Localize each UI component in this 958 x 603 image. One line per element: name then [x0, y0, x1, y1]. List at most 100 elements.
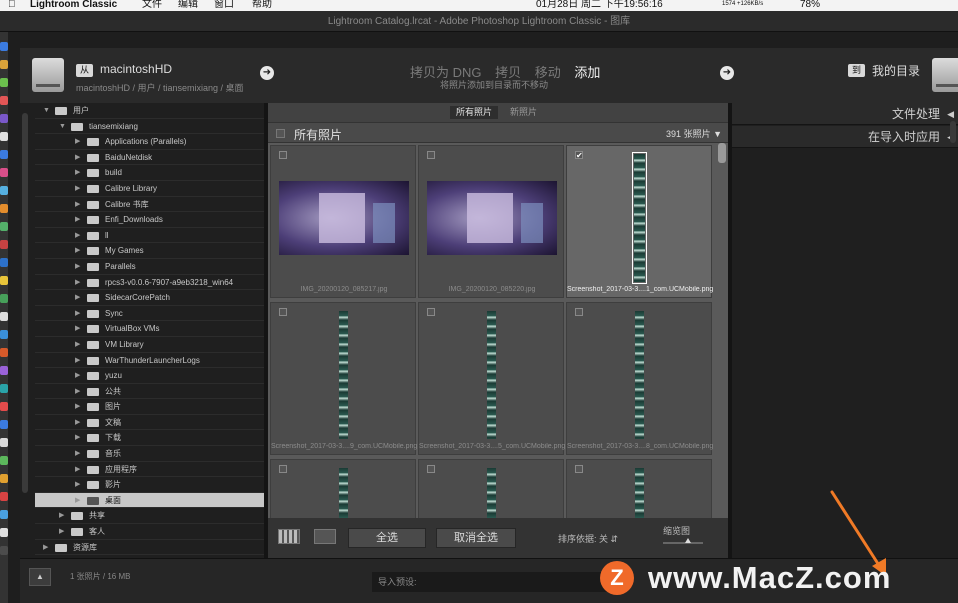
thumbnail-image[interactable]: [339, 311, 348, 439]
dock-app-icon[interactable]: [0, 222, 8, 231]
thumbnail-cell[interactable]: Screenshot_2017-03-3....9_com.UCMobile.p…: [270, 302, 417, 455]
dock-app-icon[interactable]: [0, 366, 8, 375]
expand-up-icon[interactable]: ▲: [29, 568, 51, 586]
folder-row[interactable]: ▶ SidecarCorePatch: [35, 290, 266, 306]
loupe-view-icon[interactable]: [314, 529, 336, 544]
folder-row[interactable]: ▶ VM Library: [35, 337, 266, 353]
thumbnail-image[interactable]: [632, 152, 647, 284]
disclosure-closed-icon[interactable]: ▶: [75, 275, 80, 291]
destination-name[interactable]: 我的目录: [872, 62, 920, 79]
menu-edit[interactable]: 编辑: [178, 0, 198, 10]
disclosure-closed-icon[interactable]: ▶: [75, 181, 80, 197]
disclosure-closed-icon[interactable]: ▶: [75, 197, 80, 213]
disclosure-closed-icon[interactable]: ▶: [59, 508, 64, 524]
slider-knob[interactable]: [685, 538, 691, 543]
folder-row[interactable]: ▶ 应用程序: [35, 462, 266, 478]
thumbnail-cell[interactable]: IMG_20200120_085217.jpg: [270, 145, 416, 298]
disclosure-closed-icon[interactable]: ▶: [75, 259, 80, 275]
disclosure-closed-icon[interactable]: ▶: [75, 353, 80, 369]
disclosure-closed-icon[interactable]: ▶: [75, 462, 80, 478]
disclosure-closed-icon[interactable]: ▶: [75, 150, 80, 166]
select-all-button[interactable]: 全选: [348, 528, 426, 548]
folder-row[interactable]: ▶ BaiduNetdisk: [35, 150, 266, 166]
disclosure-closed-icon[interactable]: ▶: [75, 228, 80, 244]
include-checkbox[interactable]: ✔: [575, 151, 583, 160]
menu-window[interactable]: 窗口: [214, 0, 234, 10]
folder-row[interactable]: ▶ Sync: [35, 306, 266, 322]
arrow-right-icon[interactable]: ➜: [720, 66, 734, 80]
menubar-clock[interactable]: 01月28日 周二 下午19:56:16: [536, 0, 663, 10]
disclosure-closed-icon[interactable]: ▶: [75, 446, 80, 462]
menu-help[interactable]: 帮助: [252, 0, 272, 10]
dock-app-icon[interactable]: [0, 276, 8, 285]
disclosure-closed-icon[interactable]: ▶: [75, 134, 80, 150]
dock-app-icon[interactable]: [0, 348, 8, 357]
dock-app-icon[interactable]: [0, 312, 8, 321]
source-scrollbar[interactable]: [22, 113, 28, 493]
sort-value[interactable]: 关: [599, 534, 608, 544]
dock-app-icon[interactable]: [0, 384, 8, 393]
thumbnail-cell[interactable]: [566, 459, 712, 518]
dock-app-icon[interactable]: [0, 168, 8, 177]
thumbnail-cell[interactable]: Screenshot_2017-03-3....8_com.UCMobile.p…: [566, 302, 713, 455]
dock-app-icon[interactable]: [0, 402, 8, 411]
folder-row[interactable]: ▶ 共享: [35, 508, 266, 525]
source-drive-icon[interactable]: [32, 58, 64, 92]
dock-app-icon[interactable]: [0, 240, 8, 249]
grid-scrollbar[interactable]: [718, 143, 726, 163]
folder-row[interactable]: ▶ 资源库: [35, 540, 266, 556]
select-all-checkbox[interactable]: [276, 129, 285, 138]
dock-app-icon[interactable]: [0, 258, 8, 267]
folder-row[interactable]: ▶ Parallels: [35, 259, 266, 275]
include-checkbox[interactable]: [279, 465, 287, 473]
folder-row[interactable]: ▶ Applications (Parallels): [35, 134, 266, 150]
include-checkbox[interactable]: [427, 308, 435, 316]
right-scrollbar[interactable]: [950, 121, 956, 143]
include-checkbox[interactable]: [427, 465, 435, 473]
folder-row[interactable]: ▶ 桌面: [35, 492, 266, 509]
tab-all-photos[interactable]: 所有照片: [450, 106, 499, 119]
dock-app-icon[interactable]: [0, 492, 8, 501]
disclosure-closed-icon[interactable]: ▶: [75, 306, 80, 322]
thumbnail-image[interactable]: [487, 311, 496, 439]
thumbnail-cell[interactable]: [270, 459, 416, 518]
dock-app-icon[interactable]: [0, 474, 8, 483]
folder-row[interactable]: ▶ build: [35, 165, 266, 181]
include-checkbox[interactable]: [279, 308, 287, 316]
dock-app-icon[interactable]: [0, 510, 8, 519]
thumbnail-cell[interactable]: ✔ Screenshot_2017-03-3....1_com.UCMobile.…: [566, 145, 713, 298]
disclosure-closed-icon[interactable]: ▶: [75, 384, 80, 400]
disclosure-closed-icon[interactable]: ▶: [75, 368, 80, 384]
include-checkbox[interactable]: [427, 151, 435, 159]
folder-row[interactable]: ▶ VirtualBox VMs: [35, 321, 266, 337]
disclosure-closed-icon[interactable]: ▶: [75, 493, 80, 509]
folder-row[interactable]: ▶ My Games: [35, 243, 266, 259]
include-checkbox[interactable]: [575, 308, 583, 316]
folder-row[interactable]: ▼ tiansemixiang: [35, 119, 266, 135]
disclosure-closed-icon[interactable]: ▶: [75, 337, 80, 353]
dock-app-icon[interactable]: [0, 294, 8, 303]
thumbnail-size-slider[interactable]: [663, 542, 703, 544]
grid-view-icon[interactable]: [278, 529, 300, 544]
folder-row[interactable]: ▶ 客人: [35, 524, 266, 540]
folder-row[interactable]: ▶ 公共: [35, 384, 266, 400]
deselect-all-button[interactable]: 取消全选: [436, 528, 516, 548]
folder-row[interactable]: ▶ 文稿: [35, 415, 266, 431]
dock-app-icon[interactable]: [0, 186, 8, 195]
thumbnail-image[interactable]: [487, 468, 496, 518]
menu-app-name[interactable]: Lightroom Classic: [30, 0, 117, 10]
destination-drive-icon[interactable]: [932, 58, 958, 92]
folder-row[interactable]: ▶ Calibre Library: [35, 181, 266, 197]
dock-app-icon[interactable]: [0, 438, 8, 447]
dock-app-icon[interactable]: [0, 456, 8, 465]
menu-file[interactable]: 文件: [142, 0, 162, 10]
folder-row[interactable]: ▶ 下载: [35, 430, 266, 447]
folder-row[interactable]: ▶ yuzu: [35, 368, 266, 384]
photo-count[interactable]: 391 张照片 ▼: [666, 127, 722, 140]
dock-app-icon[interactable]: [0, 96, 8, 105]
tab-new-photos[interactable]: 新照片: [504, 106, 543, 119]
thumbnail-image[interactable]: [279, 181, 409, 255]
folder-row[interactable]: ▶ 图片: [35, 399, 266, 415]
disclosure-closed-icon[interactable]: ▶: [75, 165, 80, 181]
folder-row[interactable]: ▼ 用户: [35, 103, 266, 119]
